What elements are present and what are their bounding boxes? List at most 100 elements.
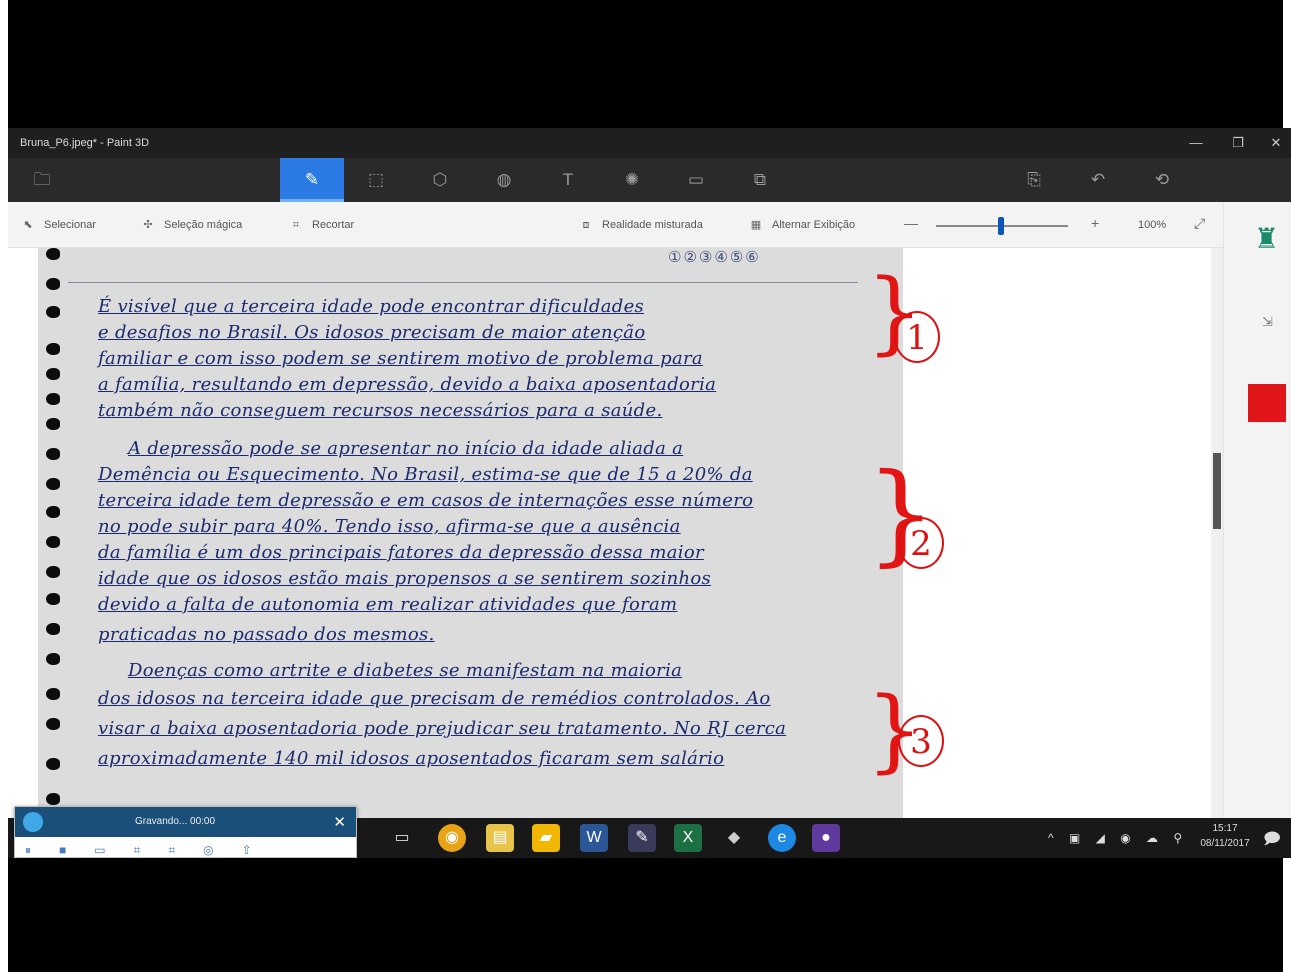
- handwritten-line: no pode subir para 40%. Tendo isso, afir…: [98, 516, 681, 537]
- clock-date: 08/11/2017: [1200, 838, 1250, 849]
- handwritten-line: a família, resultando em depressão, devi…: [98, 374, 717, 395]
- spiral-ring: [46, 758, 60, 770]
- chrome-icon[interactable]: ◉: [438, 824, 466, 852]
- page-number-circles: ①②③④⑤⑥: [668, 249, 761, 266]
- spiral-ring: [46, 448, 60, 460]
- word-icon[interactable]: W: [580, 824, 608, 852]
- spiral-ring: [46, 793, 60, 805]
- spiral-ring: [46, 278, 60, 290]
- crop-icon: ⌗: [292, 219, 300, 231]
- drawing-canvas[interactable]: ①②③④⑤⑥ É visível que a terceira idade po…: [8, 248, 1223, 818]
- minimize-button[interactable]: —: [1178, 133, 1214, 153]
- handwritten-line: Doenças como artrite e diabetes se manif…: [128, 660, 683, 681]
- history-icon[interactable]: ⟲: [1130, 158, 1194, 202]
- taskbar-clock[interactable]: 15:17 08/11/2017: [1195, 821, 1255, 851]
- spiral-ring: [46, 418, 60, 430]
- magic-select-icon: ✣: [143, 219, 153, 231]
- spiral-ring: [46, 593, 60, 605]
- handwritten-line: idade que os idosos estão mais propensos…: [98, 568, 712, 589]
- crop-label: Recortar: [312, 219, 355, 231]
- expand-icon[interactable]: ⇲: [1262, 314, 1273, 330]
- notepad-icon[interactable]: ✎: [628, 824, 656, 852]
- close-button[interactable]: ✕: [1258, 133, 1291, 153]
- task-view-icon[interactable]: ▭: [388, 824, 416, 852]
- system-tray[interactable]: ^ ▣ ◢ ◉ ☁ ⚲: [1048, 831, 1188, 845]
- vertical-scrollbar[interactable]: [1211, 248, 1223, 818]
- view-icon: ▦: [750, 219, 762, 231]
- spiral-ring: [46, 393, 60, 405]
- ruled-line: [68, 282, 858, 283]
- annotation-number-2: 2: [898, 517, 944, 569]
- handwritten-line: visar a baixa aposentadoria pode prejudi…: [98, 718, 787, 739]
- marker-icon[interactable]: ♜: [1254, 222, 1279, 255]
- toggle-2d-label: Alternar Exibição: [772, 219, 856, 231]
- zoom-in-button[interactable]: +: [1091, 215, 1099, 231]
- brushes-side-panel: ♜ ⇲: [1223, 202, 1291, 818]
- handwritten-line: praticadas no passado dos mesmos.: [98, 624, 435, 645]
- 2d-shapes-icon[interactable]: ⬚: [344, 158, 408, 202]
- spiral-ring: [46, 506, 60, 518]
- magic-select-label: Seleção mágica: [164, 219, 243, 231]
- frame-edge-left: [0, 0, 8, 972]
- handwritten-line: dos idosos na terceira idade que precisa…: [98, 688, 771, 709]
- brush-icon[interactable]: ✎: [280, 158, 344, 202]
- zoom-level: 100%: [1138, 219, 1167, 231]
- select-tool[interactable]: ⬉ Selecionar: [20, 217, 96, 233]
- video-letterbox-top: [0, 0, 1291, 128]
- spiral-ring: [46, 566, 60, 578]
- undo-icon[interactable]: ↶: [1066, 158, 1130, 202]
- magic-select-tool[interactable]: ✣ Seleção mágica: [140, 217, 242, 233]
- handwritten-line: também não conseguem recursos necessário…: [98, 400, 663, 421]
- spiral-ring: [46, 718, 60, 730]
- fit-view-icon[interactable]: ⤢: [1194, 215, 1205, 232]
- scrollbar-thumb[interactable]: [1213, 453, 1221, 529]
- color-swatch[interactable]: [1248, 384, 1286, 422]
- zoom-slider[interactable]: [936, 217, 1068, 235]
- spiral-ring: [46, 248, 60, 260]
- sticky-notes-icon[interactable]: ▰: [532, 824, 560, 852]
- cursor-icon: ⬉: [23, 219, 33, 231]
- spiral-ring: [46, 623, 60, 635]
- canvas-icon[interactable]: ▭: [664, 158, 728, 202]
- text-icon[interactable]: T: [536, 158, 600, 202]
- mixed-reality-button[interactable]: ⧈ Realidade misturada: [578, 217, 703, 233]
- folder-icon[interactable]: 🗀: [10, 158, 74, 202]
- remix3d-icon[interactable]: ⧉: [728, 158, 792, 202]
- crop-tool[interactable]: ⌗ Recortar: [288, 217, 354, 233]
- handwritten-line: aproximadamente 140 mil idosos aposentad…: [98, 748, 725, 769]
- excel-icon[interactable]: X: [674, 824, 702, 852]
- internet-explorer-icon[interactable]: e: [768, 824, 796, 852]
- tool-options-bar: ⬉ Selecionar ✣ Seleção mágica ⌗ Recortar ⧈ R…: [8, 202, 1291, 248]
- recorder-header: Gravando... 00:00 ✕: [15, 807, 356, 837]
- spiral-ring: [46, 688, 60, 700]
- title-bar: Bruna_P6.jpeg* - Paint 3D — ❐ ✕: [8, 128, 1291, 158]
- handwritten-line: da família é um dos principais fatores d…: [98, 542, 704, 563]
- handwritten-line: devido a falta de autonomia em realizar …: [98, 594, 678, 615]
- recorder-close-button[interactable]: ✕: [333, 813, 346, 831]
- spiral-ring: [46, 368, 60, 380]
- 3d-shapes-icon[interactable]: ⬡: [408, 158, 472, 202]
- video-letterbox-bottom: [0, 858, 1291, 972]
- handwritten-line: terceira idade tem depressão e em casos …: [98, 490, 754, 511]
- recorder-tools[interactable]: ⏸■▭⌗⌗◎⇧: [25, 843, 280, 858]
- main-menubar: 🗀 ✎ ⬚ ⬡ ◍ T ✺ ▭ ⧉ ⎘ ↶ ⟲: [8, 158, 1291, 202]
- window-title: Bruna_P6.jpeg* - Paint 3D: [20, 137, 150, 149]
- effects-icon[interactable]: ✺: [600, 158, 664, 202]
- paste-icon[interactable]: ⎘: [1002, 158, 1066, 202]
- maximize-button[interactable]: ❐: [1220, 133, 1256, 153]
- screen-recorder-widget: Gravando... 00:00 ✕ ⏸■▭⌗⌗◎⇧: [14, 806, 357, 858]
- handwritten-line: A depressão pode se apresentar no início…: [128, 438, 684, 459]
- zoom-out-button[interactable]: —: [904, 215, 918, 231]
- spiral-ring: [46, 343, 60, 355]
- annotation-number-1: 1: [894, 311, 940, 363]
- notification-icon[interactable]: 🗩: [1263, 828, 1281, 855]
- zoom-slider-thumb[interactable]: [998, 217, 1004, 235]
- toggle-2d-view-button[interactable]: ▦ Alternar Exibição: [748, 217, 855, 233]
- spiral-ring: [46, 306, 60, 318]
- eraser-app-icon[interactable]: ◆: [720, 824, 748, 852]
- screen-recorder-icon[interactable]: ●: [812, 824, 840, 852]
- paint3d-window: Bruna_P6.jpeg* - Paint 3D — ❐ ✕ 🗀 ✎ ⬚ ⬡ …: [8, 128, 1291, 818]
- stickers-icon[interactable]: ◍: [472, 158, 536, 202]
- spiral-ring: [46, 478, 60, 490]
- file-explorer-icon[interactable]: ▤: [486, 824, 514, 852]
